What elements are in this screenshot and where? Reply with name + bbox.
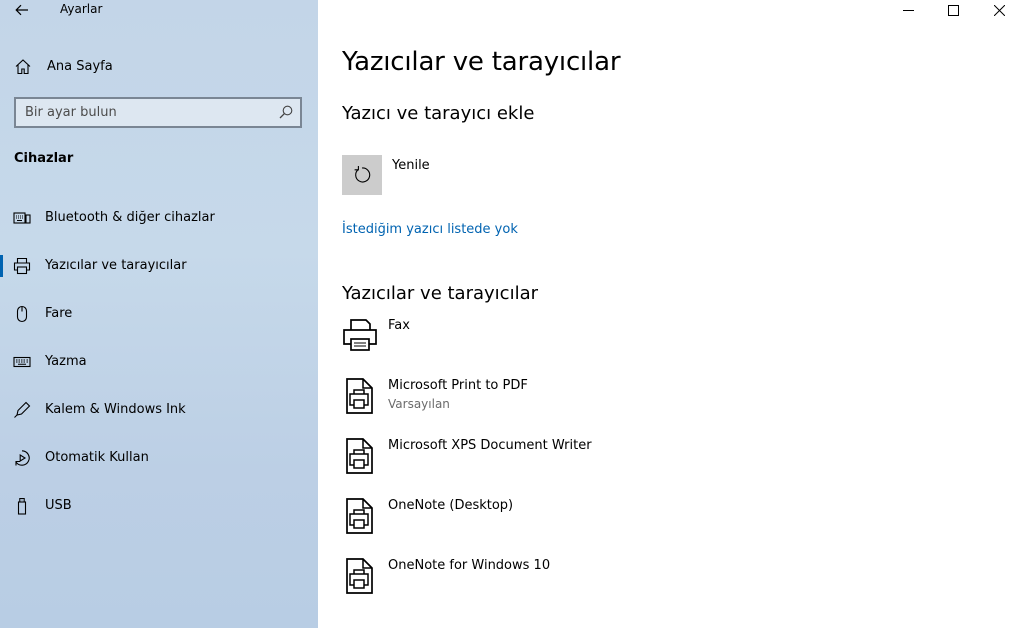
title-bar-left: Ayarlar xyxy=(0,0,318,22)
close-icon xyxy=(993,4,1005,16)
sidebar-item-label: Fare xyxy=(45,306,73,321)
minimize-icon xyxy=(902,9,914,11)
search-input[interactable] xyxy=(16,99,271,126)
sidebar-item-usb[interactable]: USB xyxy=(0,486,318,526)
printer-name: OneNote (Desktop) xyxy=(388,498,514,513)
usb-icon xyxy=(17,497,27,515)
add-printer-heading: Yazıcı ve tarayıcı ekle xyxy=(342,103,535,124)
minimize-button[interactable] xyxy=(885,0,931,20)
sidebar-item-bluetooth[interactable]: Bluetooth & diğer cihazlar xyxy=(0,198,318,238)
printer-name: OneNote for Windows 10 xyxy=(388,558,551,573)
sidebar-item-pen[interactable]: Kalem & Windows Ink xyxy=(0,390,318,430)
fax-icon xyxy=(343,319,377,351)
sidebar-item-label: Yazma xyxy=(45,354,87,369)
printer-name: Microsoft XPS Document Writer xyxy=(388,438,592,453)
back-button[interactable] xyxy=(10,0,34,20)
printer-item-onenote-win10[interactable]: OneNote for Windows 10 xyxy=(342,558,942,608)
back-arrow-icon xyxy=(15,4,28,16)
printer-item-fax[interactable]: Fax xyxy=(342,318,942,368)
printers-list-heading: Yazıcılar ve tarayıcılar xyxy=(342,283,538,304)
bluetooth-devices-icon xyxy=(13,212,31,224)
printer-item-pdf[interactable]: Microsoft Print to PDF Varsayılan xyxy=(342,378,942,428)
home-icon xyxy=(15,59,31,75)
selection-indicator xyxy=(0,255,3,277)
home-nav-item[interactable]: Ana Sayfa xyxy=(0,52,318,82)
default-status: Varsayılan xyxy=(388,397,450,411)
app-title: Ayarlar xyxy=(60,2,103,16)
search-box[interactable] xyxy=(14,97,302,128)
sidebar-item-label: Yazıcılar ve tarayıcılar xyxy=(45,258,187,273)
printer-name: Fax xyxy=(388,318,410,333)
printer-item-onenote-desktop[interactable]: OneNote (Desktop) xyxy=(342,498,942,548)
sidebar-item-label: Bluetooth & diğer cihazlar xyxy=(45,210,215,225)
sidebar-item-printers[interactable]: Yazıcılar ve tarayıcılar xyxy=(0,246,318,286)
sidebar-item-label: USB xyxy=(45,498,72,513)
section-label: Cihazlar xyxy=(14,151,74,166)
printer-icon xyxy=(13,257,31,275)
printer-name: Microsoft Print to PDF xyxy=(388,378,528,393)
search-icon[interactable] xyxy=(279,105,293,119)
sidebar-item-mouse[interactable]: Fare xyxy=(0,294,318,334)
sidebar-item-label: Otomatik Kullan xyxy=(45,450,149,465)
refresh-label[interactable]: Yenile xyxy=(392,158,430,173)
printer-item-xps[interactable]: Microsoft XPS Document Writer xyxy=(342,438,942,488)
missing-printer-link[interactable]: İstediğim yazıcı listede yok xyxy=(342,222,518,237)
document-printer-icon xyxy=(346,498,373,534)
document-printer-icon xyxy=(346,438,373,474)
home-label: Ana Sayfa xyxy=(47,59,113,74)
pen-icon xyxy=(14,401,31,418)
refresh-icon xyxy=(354,166,371,183)
autoplay-icon xyxy=(15,450,30,466)
sidebar-item-autoplay[interactable]: Otomatik Kullan xyxy=(0,438,318,478)
mouse-icon xyxy=(16,305,28,323)
main-content: Yazıcılar ve tarayıcılar Yazıcı ve taray… xyxy=(318,0,1010,628)
maximize-button[interactable] xyxy=(930,0,976,20)
sidebar-item-label: Kalem & Windows Ink xyxy=(45,402,186,417)
sidebar: Ayarlar Ana Sayfa Cihazlar Bluetooth & d… xyxy=(0,0,318,628)
document-printer-icon xyxy=(346,558,373,594)
maximize-icon xyxy=(947,4,959,16)
document-printer-icon xyxy=(346,378,373,414)
keyboard-icon xyxy=(13,356,31,368)
sidebar-item-typing[interactable]: Yazma xyxy=(0,342,318,382)
refresh-button[interactable] xyxy=(342,155,382,195)
page-title: Yazıcılar ve tarayıcılar xyxy=(342,47,621,77)
close-button[interactable] xyxy=(976,0,1010,20)
